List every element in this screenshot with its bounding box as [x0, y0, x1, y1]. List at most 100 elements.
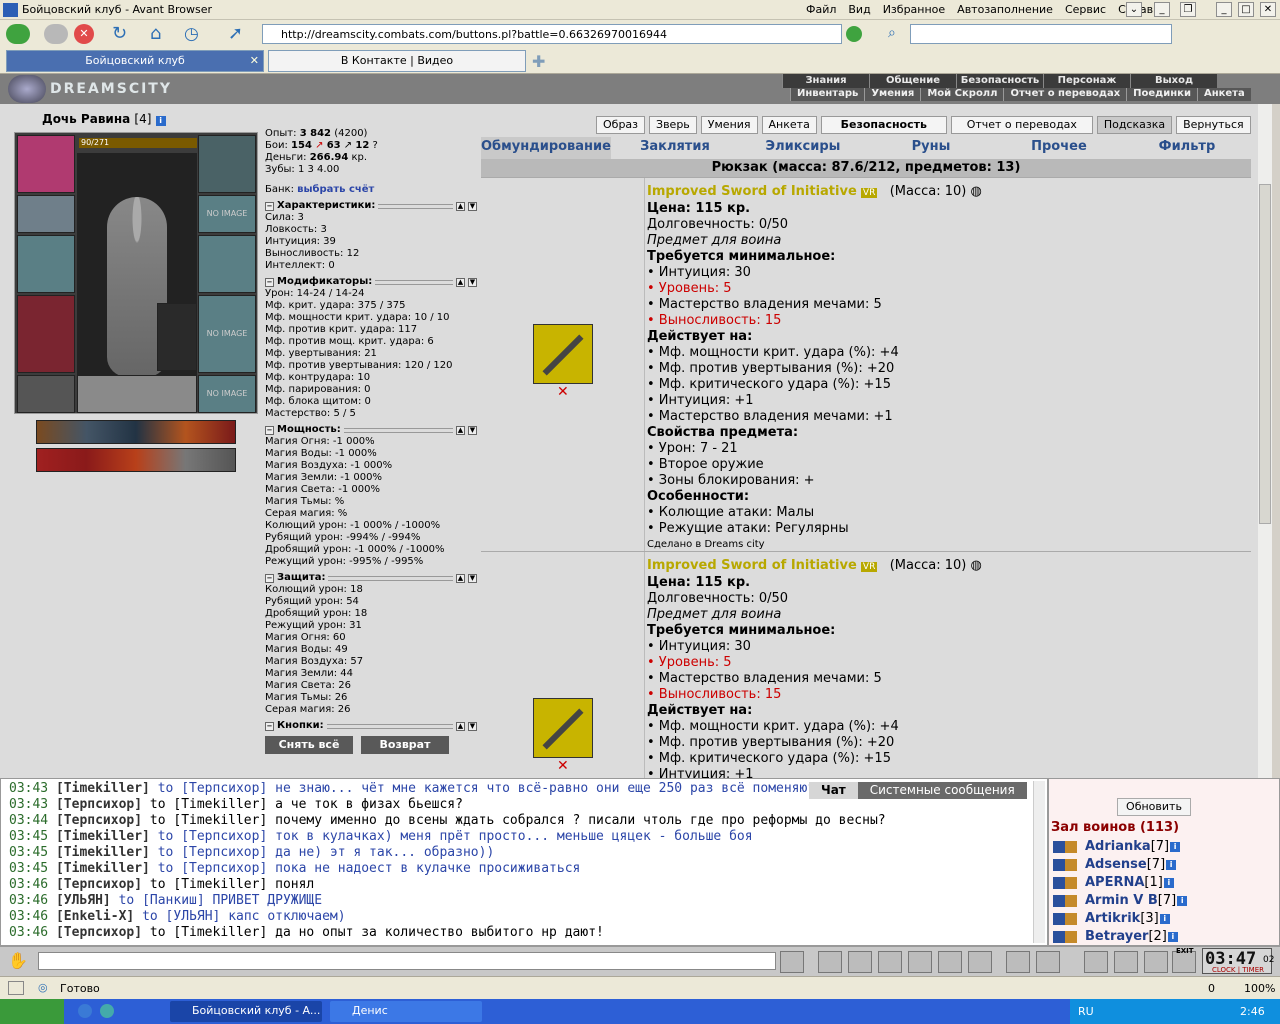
down-icon[interactable]: ▼ [468, 277, 477, 287]
back-button[interactable]: Вернуться [1176, 116, 1251, 134]
up-icon[interactable]: ▲ [456, 573, 465, 583]
hint-button[interactable]: Подсказка [1096, 116, 1173, 134]
section-chars-title[interactable]: − Характеристики: ▲ ▼ [265, 200, 477, 212]
info-icon[interactable]: i [1177, 895, 1188, 906]
item-name[interactable]: Improved Sword of Initiative [647, 184, 857, 199]
info-icon[interactable]: i [155, 116, 166, 126]
nav-exit[interactable]: Выход [1130, 74, 1217, 88]
sword-icon[interactable] [533, 324, 593, 384]
tab-other[interactable]: Прочее [995, 137, 1123, 159]
system-messages-tab[interactable]: Системные сообщения [857, 782, 1027, 799]
chat-recipient[interactable]: to [Терпсихор] [158, 781, 268, 796]
sword-icon[interactable] [533, 698, 593, 758]
profile-button[interactable]: Анкета [761, 116, 817, 134]
chat-recipient[interactable]: to [Timekiller] [150, 925, 267, 940]
slot-rings[interactable] [198, 135, 256, 193]
zoom-level[interactable]: 100% [1244, 982, 1275, 995]
nav-inventory[interactable]: Инвентарь [790, 88, 864, 101]
new-tab-icon[interactable]: ✚ [532, 52, 545, 71]
info-icon[interactable]: i [1163, 877, 1174, 888]
scrollbar-thumb[interactable] [1259, 184, 1271, 524]
home-icon[interactable]: ⌂ [150, 24, 172, 44]
tab-runes[interactable]: Руны [867, 137, 995, 159]
info-icon[interactable]: i [1170, 841, 1181, 852]
menu-view[interactable]: Вид [848, 3, 870, 16]
chat-menu-icon[interactable]: ✋ [8, 951, 32, 973]
save-icon[interactable] [878, 951, 902, 973]
chat-sender[interactable]: [Timekiller] [56, 829, 150, 844]
task-browser[interactable]: Бойцовский клуб - A... [170, 1001, 322, 1022]
delete-item-icon[interactable]: ✕ [557, 384, 569, 400]
ie-icon[interactable] [78, 1004, 92, 1018]
online-user[interactable]: APERNA [1] i [1053, 875, 1174, 890]
chat-tab[interactable]: Чат [809, 782, 858, 799]
nav-character[interactable]: Персонаж [1043, 74, 1130, 88]
security-button[interactable]: Безопасность [820, 116, 947, 134]
down-icon[interactable]: ▼ [468, 573, 477, 583]
sound-icon[interactable] [968, 951, 992, 973]
slot-empty-2[interactable]: NO IMAGE [198, 295, 256, 373]
tab-equipment[interactable]: Обмундирование [481, 137, 611, 159]
menu-favorites[interactable]: Избранное [883, 3, 945, 16]
user-name[interactable]: Armin V B [1085, 893, 1158, 908]
tools-icon[interactable] [1114, 951, 1138, 973]
page-scrollbar[interactable] [1258, 104, 1272, 778]
start-button[interactable] [0, 999, 64, 1024]
slot-helmet[interactable] [17, 135, 75, 193]
go-icon[interactable] [846, 26, 862, 42]
online-user[interactable]: Adsense [7] i [1053, 857, 1177, 872]
down-icon[interactable]: ▼ [468, 721, 477, 731]
chat-recipient[interactable]: to [Timekiller] [150, 797, 267, 812]
down-icon[interactable]: ▼ [468, 425, 477, 435]
up-icon[interactable]: ▲ [456, 721, 465, 731]
user-name[interactable]: Artikrik [1085, 911, 1140, 926]
forward-icon[interactable] [44, 24, 68, 44]
menu-autofill[interactable]: Автозаполнение [957, 3, 1053, 16]
user-name[interactable]: Betrayer [1085, 929, 1148, 944]
search-icon[interactable]: ⌕ [888, 25, 906, 43]
collapse-icon[interactable]: − [265, 277, 274, 287]
chat-sender[interactable]: [Timekiller] [56, 861, 150, 876]
menu-service[interactable]: Сервис [1065, 3, 1106, 16]
collapse-icon[interactable]: − [265, 425, 274, 435]
panel-toggle-icon[interactable] [8, 981, 24, 995]
task-folder[interactable]: Денис [330, 1001, 482, 1022]
bag-icon[interactable] [1084, 951, 1108, 973]
smile-icon[interactable] [1006, 951, 1030, 973]
user-name[interactable]: Adsense [1085, 857, 1147, 872]
tab-filter[interactable]: Фильтр [1123, 137, 1251, 159]
nav-transfer-report[interactable]: Отчет о переводах [1003, 88, 1126, 101]
stop-icon[interactable]: ✕ [74, 24, 94, 44]
nav-skills[interactable]: Умения [864, 88, 920, 101]
slot-boots-row[interactable] [77, 375, 197, 413]
fight-icon[interactable] [908, 951, 932, 973]
menu-chevron-icon[interactable]: ⌄ [1126, 2, 1142, 17]
collapse-icon[interactable]: − [265, 721, 274, 731]
chat-recipient[interactable]: to [УЛЬЯН] [142, 909, 220, 924]
take-off-all-button[interactable]: Снять всё [265, 736, 353, 754]
image-button[interactable]: Образ [596, 116, 646, 134]
quicklaunch-icon[interactable] [100, 1004, 114, 1018]
chat-recipient[interactable]: to [Терпсихор] [158, 829, 268, 844]
bank-link[interactable]: выбрать счёт [297, 184, 374, 195]
chat-sender[interactable]: [УЛЬЯН] [56, 893, 111, 908]
user-name[interactable]: APERNA [1085, 875, 1144, 890]
section-defense-title[interactable]: − Защита: ▲ ▼ [265, 572, 477, 584]
chat-sender[interactable]: [Терпсихор] [56, 813, 142, 828]
chat-recipient[interactable]: to [Timekiller] [150, 877, 267, 892]
belt-slots-row1[interactable] [36, 420, 236, 444]
info-icon[interactable]: i [1166, 859, 1177, 870]
chat-sender[interactable]: [Timekiller] [56, 845, 150, 860]
chat-input[interactable] [38, 952, 776, 970]
user-name[interactable]: Adrianka [1085, 839, 1151, 854]
collapse-icon[interactable]: − [265, 201, 274, 211]
search-input[interactable] [910, 24, 1172, 44]
address-bar[interactable]: http://dreamscity.combats.com/buttons.pl… [262, 24, 842, 44]
belt-slots-row2[interactable] [36, 448, 236, 472]
item-name[interactable]: Improved Sword of Initiative [647, 558, 857, 573]
chat-scrollbar[interactable] [1033, 781, 1045, 943]
slot-belt[interactable] [17, 375, 75, 413]
slot-pet[interactable] [157, 303, 197, 371]
refresh-icon[interactable]: ↻ [112, 24, 134, 44]
minimize-window-icon[interactable]: _ [1216, 2, 1232, 17]
